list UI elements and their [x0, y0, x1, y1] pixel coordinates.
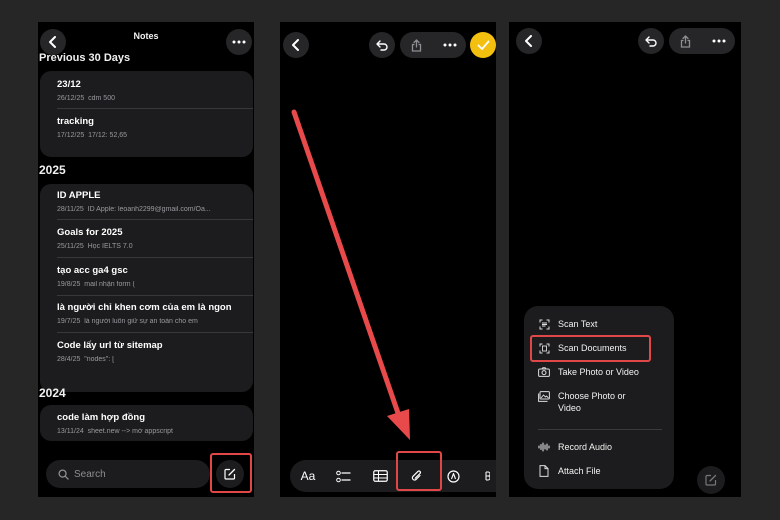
note-meta: 25/11/25 Học IELTS 7.0 — [57, 243, 133, 250]
table-icon — [372, 470, 388, 482]
list-item[interactable]: 23/12 26/12/25 cdm 500 — [57, 79, 245, 102]
note-title: tạo acc ga4 gsc — [57, 265, 128, 276]
search-placeholder: Search — [74, 468, 106, 480]
ellipsis-icon — [712, 39, 725, 43]
compose-icon — [705, 474, 717, 486]
list-item[interactable]: Code lấy url từ sitemap 28/4/25 "nodes":… — [57, 340, 245, 363]
partial-tool-icon — [485, 471, 490, 481]
search-input[interactable]: Search — [46, 460, 210, 488]
list-item[interactable]: tạo acc ga4 gsc 19/8/25 mail nhận form ( — [57, 265, 245, 288]
note-meta: 28/11/25 ID Apple: leoanh2299@gmail.com/… — [57, 206, 211, 213]
notes-list-screen: Notes Previous 30 Days 23/12 26/12/25 cd… — [38, 22, 254, 497]
menu-item-attach-file[interactable]: Attach File — [538, 465, 601, 477]
note-meta: 28/4/25 "nodes": [ — [57, 356, 115, 363]
format-text-button[interactable]: Aa — [298, 460, 318, 492]
list-item[interactable]: ID APPLE 28/11/25 ID Apple: leoanh2299@g… — [57, 190, 245, 213]
search-icon — [58, 468, 69, 480]
formatting-toolbar: Aa — [290, 460, 496, 492]
menu-item-label: Take Photo or Video — [558, 367, 639, 377]
table-button[interactable] — [371, 460, 389, 492]
menu-item-record-audio[interactable]: Record Audio — [538, 441, 612, 453]
list-item[interactable]: code làm hợp đồng 13/11/24 sheet.new -->… — [57, 412, 245, 435]
note-title: Goals for 2025 — [57, 227, 123, 238]
action-pill — [669, 28, 735, 54]
note-meta: 19/8/25 mail nhận form ( — [57, 281, 135, 288]
section-header: 2024 — [39, 386, 66, 400]
section-header: Previous 30 Days — [39, 52, 131, 64]
checklist-button[interactable] — [334, 460, 352, 492]
note-title: ID APPLE — [57, 190, 101, 201]
document-icon — [538, 465, 550, 477]
list-item[interactable]: tracking 17/12/25 17/12: 52,65 — [57, 116, 245, 139]
checklist-icon — [335, 470, 351, 482]
note-title: 23/12 — [57, 79, 81, 90]
note-meta: 19/7/25 là người luôn giữ sự an toàn cho… — [57, 318, 198, 325]
more-button[interactable] — [226, 29, 252, 55]
note-title: tracking — [57, 116, 94, 127]
highlight-box — [396, 451, 442, 491]
menu-item-label: Scan Text — [558, 319, 598, 329]
photo-library-icon — [538, 390, 550, 402]
more-tools-button[interactable] — [480, 460, 494, 492]
chevron-left-icon — [525, 35, 532, 47]
list-item[interactable]: là người chỉ khen cơm của em là ngon 19/… — [57, 302, 245, 325]
menu-item-choose-photo[interactable]: Choose Photo or Video — [538, 390, 630, 414]
notes-group: code làm hợp đồng 13/11/24 sheet.new -->… — [40, 405, 253, 441]
more-button[interactable] — [702, 28, 735, 54]
note-editor-screen: Aa — [280, 22, 496, 497]
divider — [57, 219, 253, 220]
attachment-menu-screen: Scan Text Scan Documents Take Photo or V… — [509, 22, 741, 497]
scan-text-icon — [538, 318, 550, 330]
share-button[interactable] — [669, 28, 702, 54]
list-item[interactable]: Goals for 2025 25/11/25 Học IELTS 7.0 — [57, 227, 245, 250]
note-title: Code lấy url từ sitemap — [57, 340, 163, 351]
divider — [538, 429, 662, 430]
waveform-icon — [538, 441, 550, 453]
camera-icon — [538, 366, 550, 378]
highlight-box — [210, 453, 252, 493]
markup-button[interactable] — [444, 460, 462, 492]
back-button[interactable] — [516, 28, 542, 54]
notes-group: ID APPLE 28/11/25 ID Apple: leoanh2299@g… — [40, 184, 253, 392]
ellipsis-icon — [232, 40, 246, 44]
share-icon — [680, 34, 691, 48]
note-title: code làm hợp đồng — [57, 412, 146, 423]
markup-icon — [446, 469, 460, 483]
compose-button[interactable] — [697, 466, 725, 494]
note-title: là người chỉ khen cơm của em là ngon — [57, 302, 232, 313]
undo-icon — [644, 36, 657, 47]
page-title: Notes — [133, 31, 159, 41]
notes-group: 23/12 26/12/25 cdm 500 tracking 17/12/25… — [40, 71, 253, 157]
pointer-arrow — [291, 109, 410, 440]
undo-button[interactable] — [638, 28, 664, 54]
menu-item-label: Attach File — [558, 466, 601, 476]
divider — [57, 295, 253, 296]
divider — [57, 108, 253, 109]
menu-item-scan-text[interactable]: Scan Text — [538, 318, 597, 330]
highlight-box — [530, 335, 651, 362]
menu-item-label: Record Audio — [558, 442, 613, 452]
attachment-menu: Scan Text Scan Documents Take Photo or V… — [524, 306, 674, 489]
menu-item-take-photo[interactable]: Take Photo or Video — [538, 366, 639, 378]
menu-item-label: Choose Photo or Video — [558, 391, 626, 413]
note-meta: 26/12/25 cdm 500 — [57, 95, 115, 102]
section-header: 2025 — [39, 163, 66, 177]
note-meta: 17/12/25 17/12: 52,65 — [57, 132, 128, 139]
note-meta: 13/11/24 sheet.new --> mở appscript — [57, 428, 173, 435]
divider — [57, 332, 253, 333]
divider — [57, 257, 253, 258]
